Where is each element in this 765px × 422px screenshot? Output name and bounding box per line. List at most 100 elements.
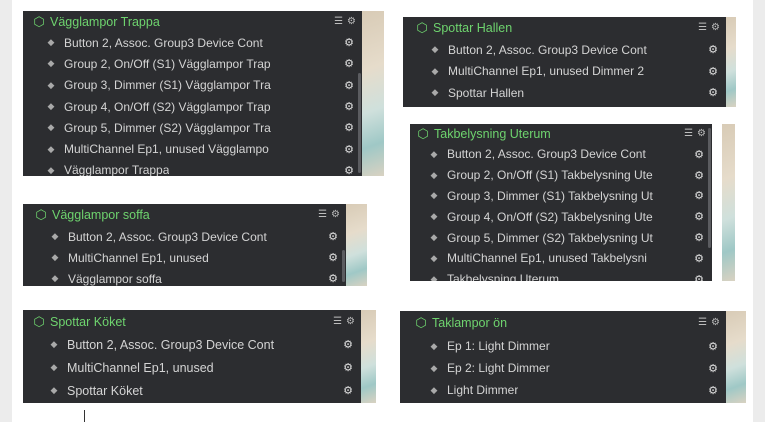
scrollbar[interactable] [358,73,361,173]
cube-icon: ⬡ [417,126,429,141]
gear-icon[interactable]: ⚙ [694,273,704,281]
item-label: MultiChannel Ep1, unused Takbelysni [447,251,647,266]
gear-icon[interactable]: ⚙ [708,65,718,78]
list-item[interactable]: ◆ MultiChannel Ep1, unused Dimmer 2 ⚙ [403,61,726,83]
list-item[interactable]: ◆ Group 2, On/Off (S1) Takbelysning Ute … [410,165,712,186]
list-item[interactable]: ◆ Group 5, Dimmer (S2) Vägglampor Tra ⚙ [23,117,362,138]
list-item[interactable]: ◆ MultiChannel Ep1, unused ⚙ [23,356,361,379]
list-item[interactable]: ◆ Vägglampor soffa ⚙ [23,268,346,286]
list-icon[interactable]: ☰ [318,210,327,220]
scrollbar[interactable] [342,250,345,282]
panel-title: Spottar Köket [50,314,126,329]
list-item[interactable]: ◆ Group 3, Dimmer (S1) Takbelysning Ut ⚙ [410,186,712,207]
node-panel-taklampor-on: ⬡ Taklampor ön ☰ ⚙ ◆ Ep 1: Light Dimmer … [400,311,746,403]
item-label: Button 2, Assoc. Group3 Device Cont [447,147,646,162]
gear-icon[interactable]: ⚙ [343,384,353,397]
gear-icon[interactable]: ⚙ [694,252,704,265]
gear-icon[interactable]: ⚙ [694,231,704,244]
list-item[interactable]: ◆ Button 2, Assoc. Group3 Device Cont ⚙ [23,226,346,247]
panel-header[interactable]: ⬡ Spottar Hallen ☰ ⚙ [403,17,726,39]
gear-icon[interactable]: ⚙ [328,230,338,243]
item-label: Group 2, On/Off (S1) Takbelysning Ute [447,168,653,183]
gear-icon[interactable]: ⚙ [328,251,338,264]
layers-icon: ◆ [430,273,438,281]
list-icon[interactable]: ☰ [698,318,707,328]
gear-icon[interactable]: ⚙ [344,143,354,156]
gear-icon[interactable]: ⚙ [711,318,720,328]
item-label: Ep 2: Light Dimmer [447,361,550,375]
layers-icon: ◆ [430,148,438,159]
scrollbar[interactable] [708,128,711,248]
list-item[interactable]: ◆ Button 2, Assoc. Group3 Device Cont ⚙ [23,32,362,53]
gear-icon[interactable]: ⚙ [694,148,704,161]
panel-header[interactable]: ⬡ Vägglampor soffa ☰ ⚙ [23,204,346,226]
gear-icon[interactable]: ⚙ [708,362,718,375]
cube-icon: ⬡ [415,315,427,330]
gear-icon[interactable]: ⚙ [697,129,706,139]
item-label: Group 5, Dimmer (S2) Vägglampor Tra [64,120,271,135]
layers-icon: ◆ [51,252,59,262]
list-item[interactable]: ◆ Group 4, On/Off (S2) Takbelysning Ute … [410,206,712,227]
panel-title: Spottar Hallen [433,21,513,35]
list-item[interactable]: ◆ Spottar Köket ⚙ [23,379,361,402]
panel-header[interactable]: ⬡ Vägglampor Trappa ☰ ⚙ [23,11,362,32]
gear-icon[interactable]: ⚙ [344,57,354,70]
item-label: Spottar Hallen [448,85,525,100]
list-item[interactable]: ◆ Button 2, Assoc. Group3 Device Cont ⚙ [23,333,361,356]
layers-icon: ◆ [430,362,438,373]
gear-icon[interactable]: ⚙ [694,210,704,223]
item-label: Vägglampor Trappa [64,163,170,176]
gear-icon[interactable]: ⚙ [711,23,720,33]
list-icon[interactable]: ☰ [333,316,342,327]
gear-icon[interactable]: ⚙ [708,43,718,56]
list-item[interactable]: ◆ Button 2, Assoc. Group3 Device Cont ⚙ [410,144,712,165]
panel-title: Taklampor ön [432,316,508,330]
list-icon[interactable]: ☰ [334,16,343,27]
list-item[interactable]: ◆ MultiChannel Ep1, unused Vägglampo ⚙ [23,138,362,159]
gear-icon[interactable]: ⚙ [708,340,718,353]
gear-icon[interactable]: ⚙ [347,16,356,27]
item-label: Button 2, Assoc. Group3 Device Cont [68,229,267,244]
gear-icon[interactable]: ⚙ [344,36,354,49]
item-label: MultiChannel Ep1, unused [67,360,214,375]
panel-header[interactable]: ⬡ Spottar Köket ☰ ⚙ [23,310,361,333]
item-label: Vägglampor soffa [68,271,162,286]
gear-icon[interactable]: ⚙ [344,100,354,113]
list-item[interactable]: ◆ MultiChannel Ep1, unused Takbelysni ⚙ [410,248,712,269]
item-label: Group 4, On/Off (S2) Vägglampor Trap [64,99,271,114]
list-item[interactable]: ◆ Ep 1: Light Dimmer ⚙ [400,335,726,357]
list-item[interactable]: ◆ Group 5, Dimmer (S2) Takbelysning Ut ⚙ [410,227,712,248]
panel-title: Vägglampor Trappa [50,14,160,29]
list-item[interactable]: ◆ Ep 2: Light Dimmer ⚙ [400,357,726,379]
node-panel-takbelysning-uterum: ⬡ Takbelysning Uterum ☰ ⚙ ◆ Button 2, As… [410,124,735,281]
gear-icon[interactable]: ⚙ [344,79,354,92]
list-item[interactable]: ◆ Group 2, On/Off (S1) Vägglampor Trap ⚙ [23,53,362,74]
node-panel-spottar-koket: ⬡ Spottar Köket ☰ ⚙ ◆ Button 2, Assoc. G… [23,310,376,403]
layers-icon: ◆ [431,65,439,76]
list-item[interactable]: ◆ MultiChannel Ep1, unused ⚙ [23,247,346,268]
gear-icon[interactable]: ⚙ [694,189,704,202]
layers-icon: ◆ [51,231,59,241]
list-item[interactable]: ◆ Button 2, Assoc. Group3 Device Cont ⚙ [403,39,726,61]
item-label: Group 5, Dimmer (S2) Takbelysning Ut [447,230,653,245]
list-item[interactable]: ◆ Light Dimmer ⚙ [400,379,726,401]
list-item[interactable]: ◆ Spottar Hallen ⚙ [403,82,726,104]
gear-icon[interactable]: ⚙ [344,121,354,134]
gear-icon[interactable]: ⚙ [708,384,718,397]
panel-header[interactable]: ⬡ Taklampor ön ☰ ⚙ [400,311,726,335]
gear-icon[interactable]: ⚙ [694,169,704,182]
gear-icon[interactable]: ⚙ [331,210,340,220]
gear-icon[interactable]: ⚙ [343,338,353,351]
list-icon[interactable]: ☰ [698,23,707,33]
gear-icon[interactable]: ⚙ [708,86,718,99]
gear-icon[interactable]: ⚙ [344,164,354,176]
list-item[interactable]: ◆ Vägglampor Trappa ⚙ [23,160,362,176]
gear-icon[interactable]: ⚙ [328,272,338,285]
gear-icon[interactable]: ⚙ [343,361,353,374]
gear-icon[interactable]: ⚙ [346,316,355,327]
list-item[interactable]: ◆ Group 3, Dimmer (S1) Vägglampor Tra ⚙ [23,75,362,96]
panel-header[interactable]: ⬡ Takbelysning Uterum ☰ ⚙ [410,124,712,144]
list-item[interactable]: ◆ Takbelysning Uterum ⚙ [410,269,712,281]
list-icon[interactable]: ☰ [684,129,693,139]
list-item[interactable]: ◆ Group 4, On/Off (S2) Vägglampor Trap ⚙ [23,96,362,117]
